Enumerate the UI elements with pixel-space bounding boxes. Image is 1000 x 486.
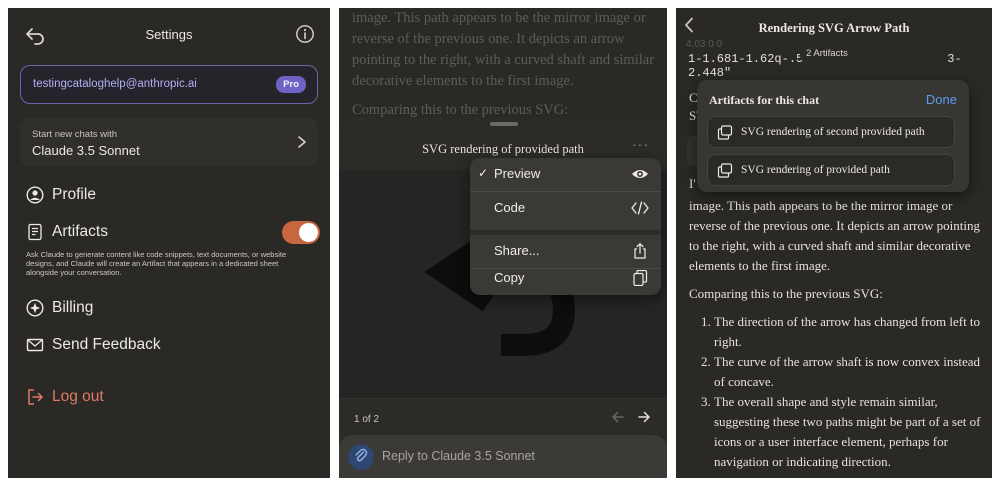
next-arrow-icon[interactable] (637, 410, 651, 424)
copy-icon (633, 270, 648, 286)
code-fragment-faded: 4.03 0 0 (686, 39, 723, 50)
conversation-title: Rendering SVG Arrow Path (758, 21, 910, 35)
account-email-box[interactable]: testingcataloghelp@anthropic.ai Pro (20, 65, 318, 104)
paperclip-icon (355, 448, 368, 462)
menu-item-label: Preview (494, 166, 541, 181)
artifact-list-item[interactable]: SVG rendering of second provided path (707, 116, 955, 148)
menu-item-label: Share... (494, 243, 540, 258)
menu-item-label: Code (494, 200, 526, 215)
artifacts-popover: Artifacts for this chat Done SVG renderi… (697, 80, 969, 192)
menu-item-preview[interactable]: ✓ Preview (470, 158, 661, 191)
sheet-grabber[interactable] (490, 122, 518, 126)
artifact-copy-icon (717, 163, 733, 178)
model-label: Start new chats with (32, 129, 118, 140)
settings-screen: Settings testingcataloghelp@anthropic.ai… (8, 8, 330, 478)
chat-paragraph: Comparing this to the previous SVG: (689, 286, 883, 301)
list-item: The curve of the arrow shaft is now conv… (714, 352, 985, 392)
reply-input[interactable]: Reply to Claude 3.5 Sonnet (339, 435, 667, 478)
artifact-sheet-screen: image. This path appears to be the mirro… (339, 8, 667, 478)
comparison-list: The direction of the arrow has changed f… (689, 312, 985, 472)
menu-item-label: Copy (494, 270, 525, 285)
logout-icon (28, 389, 43, 405)
model-name: Claude 3.5 Sonnet (32, 143, 140, 158)
menu-item-code[interactable]: Code (470, 192, 661, 225)
menu-item-label: Billing (52, 299, 94, 316)
code-icon (631, 201, 649, 215)
done-button[interactable]: Done (926, 92, 957, 107)
menu-item-label: Log out (52, 388, 104, 405)
popover-title: Artifacts for this chat (709, 93, 820, 107)
menu-item-label: Artifacts (52, 223, 108, 240)
eye-icon (632, 170, 648, 178)
reply-placeholder: Reply to Claude 3.5 Sonnet (382, 449, 535, 463)
chat-response: image. This path appears to be the mirro… (689, 196, 985, 472)
partial-text: I' (689, 176, 696, 191)
pro-badge: Pro (276, 76, 306, 93)
more-options-icon[interactable]: ··· (632, 136, 649, 152)
chat-paragraph: image. This path appears to be the mirro… (352, 10, 655, 89)
artifacts-list-screen: Rendering SVG Arrow Path 4.03 0 0 1-1.68… (676, 8, 992, 478)
billing-icon (26, 299, 44, 317)
share-icon (634, 243, 646, 259)
account-email: testingcataloghelp@anthropic.ai (33, 78, 197, 90)
profile-icon (26, 186, 44, 204)
artifact-copy-icon (717, 125, 733, 140)
menu-item-label: Profile (52, 186, 96, 203)
settings-header: Settings (8, 22, 330, 48)
artifact-context-menu: ✓ Preview Code Share... Copy (470, 158, 661, 295)
divider (339, 398, 667, 399)
list-item: The overall shape and style remain simil… (714, 392, 985, 472)
artifact-list-item-label: SVG rendering of second provided path (741, 126, 925, 138)
menu-item-copy[interactable]: Copy (470, 262, 661, 295)
artifacts-toggle[interactable] (282, 221, 320, 244)
nav-bar: Rendering SVG Arrow Path (676, 8, 992, 44)
page-title: Settings (145, 27, 193, 42)
artifact-list-item-label: SVG rendering of provided path (741, 164, 890, 176)
chat-paragraph: image. This path appears to be the mirro… (689, 198, 980, 273)
artifact-title: SVG rendering of provided path (422, 142, 584, 156)
attach-button[interactable] (348, 444, 374, 470)
default-model-selector[interactable]: Start new chats with Claude 3.5 Sonnet (20, 118, 318, 166)
mail-icon (26, 338, 44, 352)
artifacts-icon (28, 223, 42, 241)
artifact-list-item[interactable]: SVG rendering of provided path (707, 154, 955, 186)
previous-arrow-icon[interactable] (611, 410, 625, 424)
menu-item-label: Send Feedback (52, 336, 161, 353)
page-count: 1 of 2 (354, 414, 380, 425)
toggle-knob (299, 223, 318, 242)
artifacts-description: Ask Claude to generate content like code… (26, 250, 287, 277)
chat-background-text: image. This path appears to be the mirro… (352, 8, 657, 129)
artifacts-count-button[interactable]: 2 Artifacts (800, 45, 854, 62)
checkmark-icon: ✓ (478, 166, 489, 180)
list-item: The direction of the arrow has changed f… (714, 312, 985, 352)
info-icon[interactable] (295, 24, 315, 44)
chevron-right-icon (298, 136, 306, 148)
